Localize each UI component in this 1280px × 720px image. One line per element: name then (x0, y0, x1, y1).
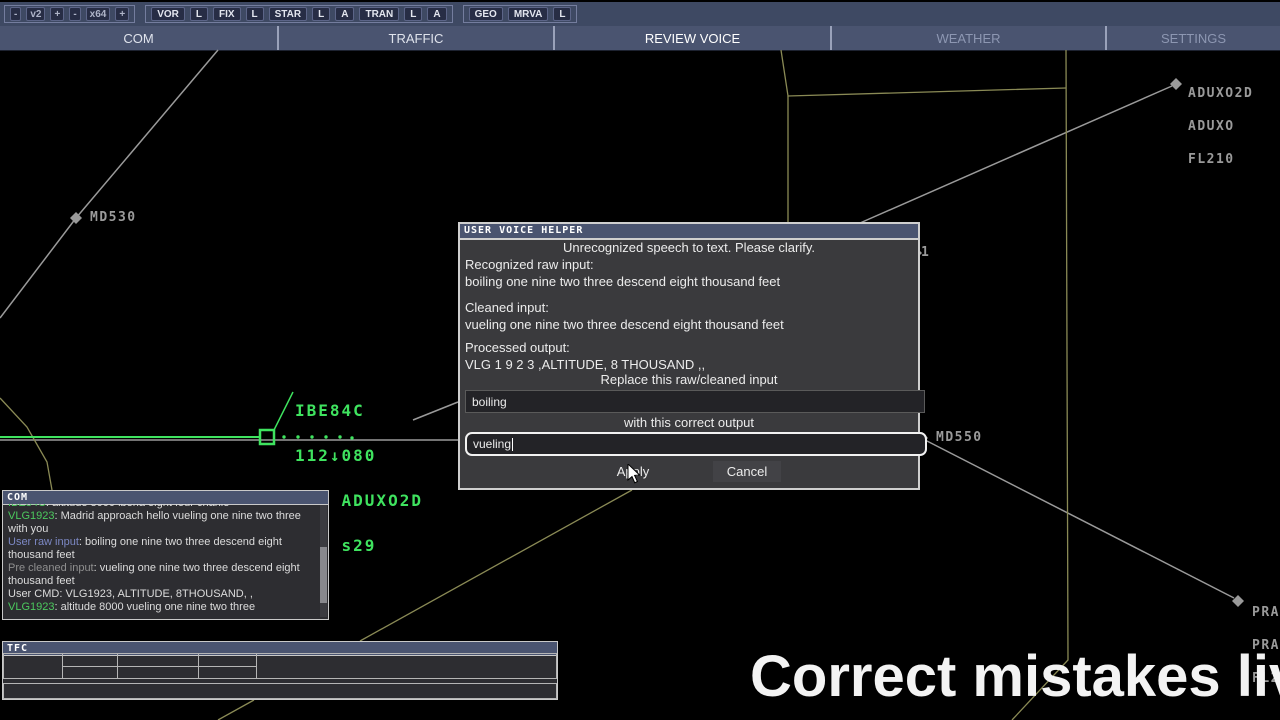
correct-text-input[interactable]: vueling (465, 432, 927, 456)
raw-input-value: boiling one nine two three descend eight… (465, 274, 780, 289)
log-line: VLG1923: Madrid approach hello vueling o… (8, 510, 319, 536)
sector-boundary-far-left (0, 398, 52, 490)
airway-line-md530 (0, 50, 218, 318)
com-scrollbar[interactable] (320, 505, 327, 617)
raw-input-label: Recognized raw input: (465, 257, 594, 272)
waypoint-label-md550: MD550 (936, 432, 983, 443)
route-segment-to-aduxo-upper (860, 86, 1172, 223)
log-line: Pre cleaned input: vueling one nine two … (8, 562, 319, 588)
tfc-cell (198, 653, 257, 667)
cleaned-input-label: Cleaned input: (465, 300, 549, 315)
user-voice-helper-dialog: USER VOICE HELPER Unrecognized speech to… (458, 222, 920, 490)
waypoint-diamond-prado (1232, 595, 1244, 607)
sector-boundary-top (781, 50, 1066, 96)
aircraft-target-symbol[interactable] (260, 430, 274, 444)
tfc-footer-row (3, 683, 557, 699)
tfc-cell (198, 666, 257, 679)
tfc-cell (62, 666, 118, 679)
replace-instruction: Replace this raw/cleaned input (460, 372, 918, 387)
log-line: VLG1923: altitude 8000 vueling one nine … (8, 601, 319, 614)
tfc-cell (62, 653, 118, 667)
waypoint-label-aduxo: ADUXO2D ADUXO FL210 (1188, 66, 1253, 176)
com-panel-title: COM (3, 491, 328, 505)
waypoint-label-partial: 1 (921, 247, 930, 258)
airway-line-md550-prado (925, 440, 1234, 598)
mouse-cursor (627, 464, 645, 486)
cleaned-input-value: vueling one nine two three descend eight… (465, 317, 784, 332)
tfc-panel: TFC (2, 641, 558, 700)
aircraft-callsign: IBE84C (295, 403, 423, 418)
processed-output-value: VLG 1 9 2 3 ,ALTITUDE, 8 THOUSAND ,, (465, 357, 705, 372)
tfc-cell (117, 666, 199, 679)
with-instruction: with this correct output (460, 415, 918, 430)
waypoint-diamond-aduxo (1170, 78, 1182, 90)
text-caret (512, 438, 513, 451)
tfc-cell (117, 653, 199, 667)
sector-boundary-diagonal-lower (218, 700, 254, 720)
cancel-button[interactable]: Cancel (713, 461, 781, 482)
replace-text-input[interactable]: boiling (465, 390, 925, 413)
log-line: User raw input: boiling one nine two thr… (8, 536, 319, 562)
tfc-cell (256, 653, 557, 679)
processed-output-label: Processed output: (465, 340, 570, 355)
com-scrollbar-thumb[interactable] (320, 547, 327, 603)
com-log[interactable]: IBE84C: altitude 8000 iberia eight four … (3, 504, 319, 618)
waypoint-label-md530: MD530 (90, 212, 137, 223)
sector-boundary-right-vertical (1012, 50, 1068, 720)
dialog-title: USER VOICE HELPER (460, 224, 918, 240)
aircraft-altitude: 112↓080 (295, 448, 423, 463)
aircraft-leader-line (274, 392, 293, 430)
com-panel: COM IBE84C: altitude 8000 iberia eight f… (2, 490, 329, 620)
video-caption: Correct mistakes liv (750, 643, 1280, 710)
log-line: User CMD: VLG1923, ALTITUDE, 8THOUSAND, … (8, 588, 319, 601)
dialog-message: Unrecognized speech to text. Please clar… (460, 240, 918, 255)
tfc-cell (3, 653, 63, 679)
